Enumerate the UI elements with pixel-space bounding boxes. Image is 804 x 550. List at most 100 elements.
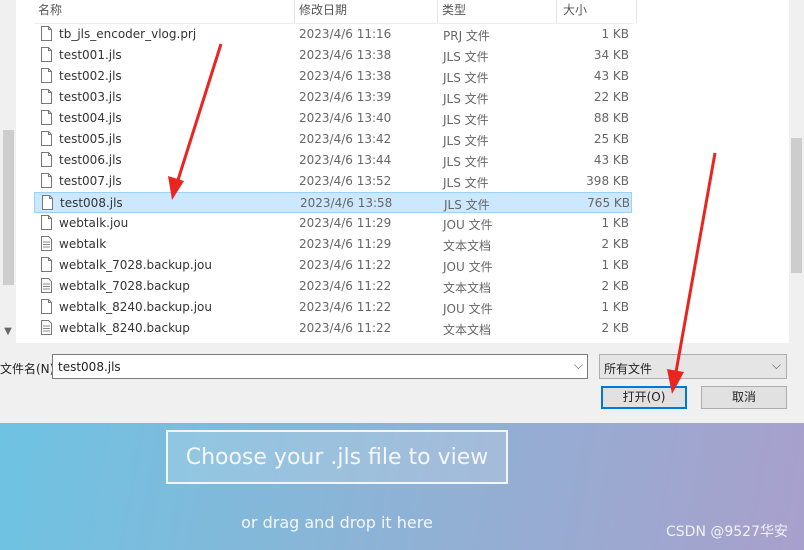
- file-size: 43 KB: [593, 69, 629, 83]
- file-date: 2023/4/6 13:42: [299, 132, 392, 146]
- file-icon: [41, 89, 52, 104]
- file-size: 1 KB: [601, 27, 629, 41]
- file-name: webtalk: [59, 237, 107, 251]
- file-type: 文本文档: [443, 239, 492, 253]
- text-file-icon: [41, 278, 52, 293]
- file-date: 2023/4/6 11:22: [299, 258, 392, 272]
- text-file-icon: [41, 236, 52, 251]
- file-date: 2023/4/6 13:58: [300, 196, 393, 210]
- file-row[interactable]: test006.jls 2023/4/6 13:44 JLS 文件 43 KB: [34, 150, 632, 171]
- file-row[interactable]: test005.jls 2023/4/6 13:42 JLS 文件 25 KB: [34, 129, 632, 150]
- webpage-background: Choose your .jls file to view or drag an…: [0, 423, 804, 550]
- file-size: 2 KB: [601, 279, 629, 293]
- file-date: 2023/4/6 13:44: [299, 153, 392, 167]
- file-row[interactable]: test002.jls 2023/4/6 13:38 JLS 文件 43 KB: [34, 66, 632, 87]
- file-name: webtalk.jou: [59, 216, 129, 230]
- file-name: webtalk_7028.backup.jou: [59, 258, 212, 272]
- file-date: 2023/4/6 11:16: [299, 27, 392, 41]
- file-name: tb_jls_encoder_vlog.prj: [59, 27, 197, 41]
- file-type: 文本文档: [443, 323, 492, 337]
- column-header-size[interactable]: 大小: [557, 0, 637, 23]
- file-date: 2023/4/6 11:22: [299, 279, 392, 293]
- file-type: 文本文档: [443, 281, 492, 295]
- scrollbar-thumb[interactable]: [3, 130, 14, 285]
- file-row[interactable]: webtalk_7028.backup.jou 2023/4/6 11:22 JOU…: [34, 255, 632, 276]
- file-type: JOU 文件: [443, 218, 493, 232]
- file-row[interactable]: test004.jls 2023/4/6 13:40 JLS 文件 88 KB: [34, 108, 632, 129]
- file-row[interactable]: webtalk 2023/4/6 11:29 文本文档 2 KB: [34, 234, 632, 255]
- file-row[interactable]: webtalk_8240.backup 2023/4/6 11:22 文本文档 2 K…: [34, 318, 632, 339]
- file-icon: [41, 131, 52, 146]
- file-date: 2023/4/6 13:52: [299, 174, 392, 188]
- file-row[interactable]: tb_jls_encoder_vlog.prj 2023/4/6 11:16 PRJ…: [34, 24, 632, 45]
- filename-label: 文件名(N):: [0, 362, 59, 376]
- file-icon: [41, 47, 52, 62]
- file-icon: [41, 257, 52, 272]
- right-scrollbar[interactable]: [789, 0, 804, 343]
- file-type: JOU 文件: [443, 260, 493, 274]
- chevron-down-icon[interactable]: ⌵: [574, 358, 583, 373]
- column-header-name[interactable]: 名称: [34, 0, 295, 23]
- chevron-down-icon: ⌵: [771, 358, 781, 372]
- file-row[interactable]: test001.jls 2023/4/6 13:38 JLS 文件 34 KB: [34, 45, 632, 66]
- file-type: JLS 文件: [443, 176, 489, 190]
- open-button[interactable]: 打开(O): [601, 386, 687, 409]
- drag-drop-text: or drag and drop it here: [241, 513, 433, 532]
- file-name: test003.jls: [59, 90, 122, 104]
- file-type-filter[interactable]: 所有文件 ⌵: [599, 354, 787, 379]
- file-name: test002.jls: [59, 69, 122, 83]
- file-icon: [41, 215, 52, 230]
- file-date: 2023/4/6 13:38: [299, 69, 392, 83]
- left-scrollbar[interactable]: ▼: [0, 0, 16, 343]
- file-row[interactable]: test008.jls 2023/4/6 13:58 JLS 文件 765 KB: [34, 192, 632, 213]
- file-row[interactable]: test003.jls 2023/4/6 13:39 JLS 文件 22 KB: [34, 87, 632, 108]
- file-row[interactable]: webtalk_8240.backup.jou 2023/4/6 11:22 JOU…: [34, 297, 632, 318]
- file-list: ▼ 名称 修改日期 类型 大小 tb_jls_encoder_vlog.prj 2…: [0, 0, 804, 343]
- scrollbar-thumb[interactable]: [791, 138, 802, 273]
- file-name: test004.jls: [59, 111, 122, 125]
- file-size: 1 KB: [601, 258, 629, 272]
- file-type: JLS 文件: [444, 198, 490, 212]
- file-date: 2023/4/6 13:40: [299, 111, 392, 125]
- filename-input[interactable]: test008.jls ⌵: [52, 354, 588, 379]
- file-name: test005.jls: [59, 132, 122, 146]
- file-date: 2023/4/6 11:22: [299, 321, 392, 335]
- file-size: 1 KB: [601, 216, 629, 230]
- file-size: 22 KB: [593, 90, 629, 104]
- file-icon: [41, 152, 52, 167]
- watermark: CSDN @9527华安: [666, 524, 788, 540]
- file-row[interactable]: webtalk.jou 2023/4/6 11:29 JOU 文件 1 KB: [34, 213, 632, 234]
- file-icon: [41, 173, 52, 188]
- file-type: JLS 文件: [443, 92, 489, 106]
- file-open-dialog: ▼ 名称 修改日期 类型 大小 tb_jls_encoder_vlog.prj 2…: [0, 0, 804, 423]
- file-name: webtalk_7028.backup: [59, 279, 190, 293]
- filename-value: test008.jls: [58, 360, 121, 374]
- file-name: webtalk_8240.backup: [59, 321, 190, 335]
- column-header-date[interactable]: 修改日期: [295, 0, 438, 23]
- file-icon: [41, 299, 52, 314]
- file-type: JLS 文件: [443, 71, 489, 85]
- file-icon: [41, 26, 52, 41]
- file-icon: [42, 195, 53, 210]
- file-name: test001.jls: [59, 48, 122, 62]
- file-size: 34 KB: [593, 48, 629, 62]
- filter-value: 所有文件: [604, 362, 653, 376]
- file-type: JLS 文件: [443, 50, 489, 64]
- file-size: 765 KB: [587, 196, 630, 210]
- scroll-down-icon[interactable]: ▼: [0, 326, 16, 337]
- text-file-icon: [41, 320, 52, 335]
- file-type: JLS 文件: [443, 113, 489, 127]
- file-type: JLS 文件: [443, 134, 489, 148]
- file-date: 2023/4/6 13:39: [299, 90, 392, 104]
- cancel-button[interactable]: 取消: [701, 386, 787, 409]
- file-row[interactable]: webtalk_7028.backup 2023/4/6 11:22 文本文档 2 K…: [34, 276, 632, 297]
- file-size: 1 KB: [601, 300, 629, 314]
- file-name: webtalk_8240.backup.jou: [59, 300, 212, 314]
- file-row[interactable]: test007.jls 2023/4/6 13:52 JLS 文件 398 KB: [34, 171, 632, 192]
- file-size: 398 KB: [586, 174, 629, 188]
- file-icon: [41, 68, 52, 83]
- choose-file-button[interactable]: Choose your .jls file to view: [166, 430, 508, 484]
- file-size: 25 KB: [593, 132, 629, 146]
- file-type: JOU 文件: [443, 302, 493, 316]
- column-header-type[interactable]: 类型: [438, 0, 557, 23]
